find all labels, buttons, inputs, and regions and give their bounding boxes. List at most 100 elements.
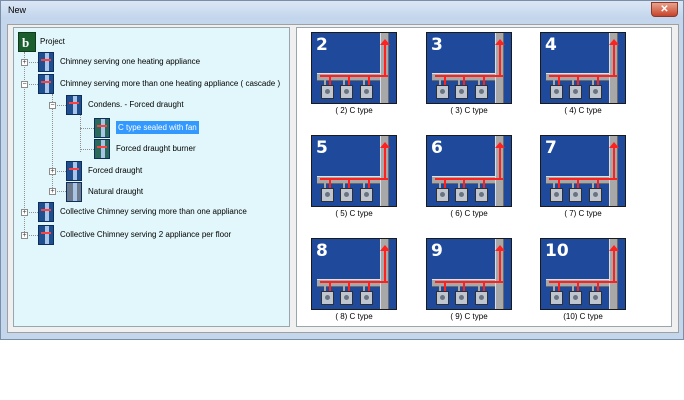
exhaust-arrow-icon: [495, 142, 505, 148]
collective-chimney-icon: [38, 202, 54, 222]
tree-connector: [80, 149, 94, 150]
boiler-icon: [321, 291, 334, 305]
sealed-fan-icon: [94, 118, 110, 138]
boiler-icon: [455, 188, 468, 202]
tree-label: Natural draught: [88, 187, 144, 196]
boiler-icon: [455, 291, 468, 305]
exhaust-arrow-icon: [380, 39, 390, 45]
config-caption: ( 3) C type: [450, 106, 488, 115]
config-number: 9: [431, 241, 443, 261]
boiler-icon: [589, 85, 602, 99]
expander-natural-draught[interactable]: +: [49, 188, 56, 195]
expander-condens-forced[interactable]: −: [49, 102, 56, 109]
exhaust-flow-riser: [613, 146, 615, 180]
tree-item-condens-forced[interactable]: Condens. - Forced draught: [66, 95, 226, 115]
boiler-icon: [340, 85, 353, 99]
boiler-icon: [360, 291, 373, 305]
exhaust-arrow-icon: [380, 142, 390, 148]
tree-item-chimney-single[interactable]: Chimney serving one heating appliance: [38, 52, 238, 72]
boiler-icon: [569, 188, 582, 202]
tree-label: Condens. - Forced draught: [88, 100, 184, 109]
boiler-icon: [436, 291, 449, 305]
config-diagram[interactable]: 8: [311, 238, 397, 310]
config-diagram[interactable]: 10: [540, 238, 626, 310]
exhaust-arrow-icon: [609, 39, 619, 45]
tree-connector: [80, 114, 81, 152]
expander-collective-floor[interactable]: +: [21, 232, 28, 239]
tree-item-forced-draught[interactable]: Forced draught: [66, 161, 186, 181]
tree-label: Collective Chimney serving 2 appliance p…: [60, 230, 232, 239]
exhaust-flow-riser: [499, 249, 501, 283]
configuration-gallery: 2 ( 2) C type 3 ( 3) C type 4 ( 4) C type 5 ( 5…: [296, 27, 672, 327]
config-diagram[interactable]: 3: [426, 32, 512, 104]
boiler-icon: [321, 85, 334, 99]
exhaust-arrow-icon: [380, 245, 390, 251]
config-number: 6: [431, 138, 443, 158]
exhaust-flow-riser: [613, 43, 615, 77]
boiler-icon: [475, 291, 488, 305]
tree-label: Collective Chimney serving more than one…: [60, 207, 247, 216]
tree-label: Forced draught: [88, 166, 143, 175]
tree-item-c-type-sealed[interactable]: C type sealed with fan: [94, 118, 214, 138]
boiler-icon: [340, 188, 353, 202]
config-number: 7: [545, 138, 557, 158]
exhaust-arrow-icon: [495, 39, 505, 45]
config-caption: ( 4) C type: [564, 106, 602, 115]
config-diagram[interactable]: 6: [426, 135, 512, 207]
config-diagram[interactable]: 5: [311, 135, 397, 207]
tree-item-collective-floor[interactable]: Collective Chimney serving 2 appliance p…: [38, 225, 288, 245]
boiler-icon: [475, 85, 488, 99]
tree-label-project: Project: [40, 37, 65, 46]
exhaust-flow-riser: [613, 249, 615, 283]
close-icon: ✕: [660, 4, 669, 15]
boiler-icon: [550, 85, 563, 99]
expander-forced-draught[interactable]: +: [49, 168, 56, 175]
dialog-client-area: b Project + Chimney serving one heating …: [7, 24, 679, 333]
boiler-icon: [589, 188, 602, 202]
tree-item-forced-burner[interactable]: Forced draught burner: [94, 139, 214, 159]
config-number: 8: [316, 241, 328, 261]
boiler-icon: [321, 188, 334, 202]
boiler-icon: [436, 188, 449, 202]
config-diagram[interactable]: 7: [540, 135, 626, 207]
expander-collective-multi[interactable]: +: [21, 209, 28, 216]
boiler-icon: [550, 188, 563, 202]
window-title: New: [8, 5, 27, 15]
boiler-icon: [475, 188, 488, 202]
boiler-icon: [360, 188, 373, 202]
exhaust-flow-riser: [499, 146, 501, 180]
tree-item-collective-multi[interactable]: Collective Chimney serving more than one…: [38, 202, 288, 222]
boiler-icon: [569, 291, 582, 305]
tree-item-chimney-cascade[interactable]: Chimney serving more than one heating ap…: [38, 74, 288, 94]
chimney-icon: [38, 52, 54, 72]
tree-label-selected: C type sealed with fan: [116, 121, 199, 134]
project-logo-icon: b: [18, 32, 36, 52]
config-diagram[interactable]: 4: [540, 32, 626, 104]
tree-root-project[interactable]: b Project: [18, 32, 98, 52]
project-tree[interactable]: b Project + Chimney serving one heating …: [13, 27, 290, 327]
tree-item-natural-draught[interactable]: Natural draught: [66, 182, 186, 202]
config-caption: ( 2) C type: [335, 106, 373, 115]
config-caption: ( 7) C type: [564, 209, 602, 218]
boiler-icon: [360, 85, 373, 99]
config-diagram[interactable]: 2: [311, 32, 397, 104]
boiler-icon: [436, 85, 449, 99]
burner-icon: [94, 139, 110, 159]
config-number: 4: [545, 35, 557, 55]
condensing-icon: [66, 95, 82, 115]
exhaust-arrow-icon: [609, 142, 619, 148]
boiler-icon: [340, 291, 353, 305]
title-bar[interactable]: New ✕: [1, 1, 683, 19]
config-caption: (10) C type: [563, 312, 603, 321]
project-logo-glyph: b: [22, 35, 30, 50]
boiler-icon: [455, 85, 468, 99]
chimney-cascade-icon: [38, 74, 54, 94]
new-project-window: New ✕ b Project + Chimney serving one he…: [0, 0, 684, 340]
config-diagram[interactable]: 9: [426, 238, 512, 310]
expander-chimney-cascade[interactable]: −: [21, 81, 28, 88]
close-button[interactable]: ✕: [651, 2, 678, 17]
expander-chimney-single[interactable]: +: [21, 59, 28, 66]
config-number: 3: [431, 35, 443, 55]
tree-label: Chimney serving more than one heating ap…: [60, 79, 281, 88]
boiler-icon: [550, 291, 563, 305]
